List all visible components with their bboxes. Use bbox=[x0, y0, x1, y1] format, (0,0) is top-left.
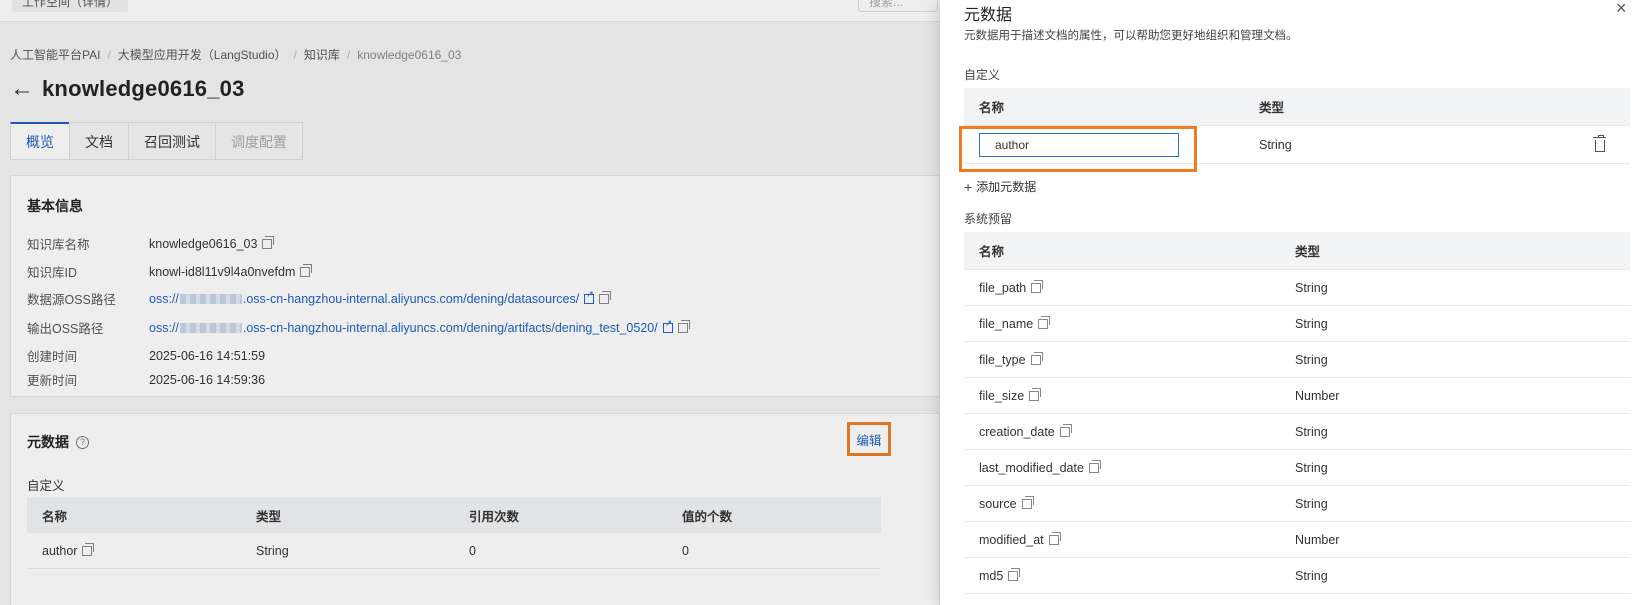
type-cell: String bbox=[1295, 352, 1328, 367]
copy-icon[interactable] bbox=[1088, 459, 1101, 473]
type-cell: String bbox=[1295, 568, 1328, 583]
close-icon[interactable]: × bbox=[1616, 0, 1627, 19]
table-row: source String bbox=[964, 486, 1630, 522]
name-cell: file_size bbox=[964, 387, 1295, 403]
system-section-label: 系统预留 bbox=[964, 212, 1013, 226]
table-row: file_type String bbox=[964, 342, 1630, 378]
column-header-name: 名称 bbox=[979, 245, 1005, 259]
highlight-box bbox=[959, 125, 1197, 172]
delete-action[interactable] bbox=[1569, 134, 1630, 152]
table-row: file_path String bbox=[964, 270, 1630, 306]
add-metadata-label: 添加元数据 bbox=[976, 180, 1037, 194]
copy-icon[interactable] bbox=[1008, 567, 1021, 581]
copy-icon[interactable] bbox=[1038, 315, 1051, 329]
copy-icon[interactable] bbox=[1048, 531, 1061, 545]
type-cell: String bbox=[1259, 137, 1292, 152]
table-row: modified_at Number bbox=[964, 522, 1630, 558]
type-cell: String bbox=[1295, 280, 1328, 295]
table-header: 名称 类型 bbox=[964, 88, 1630, 126]
name-cell: file_name bbox=[964, 315, 1295, 331]
name-cell: file_path bbox=[964, 279, 1295, 295]
column-header-name: 名称 bbox=[979, 101, 1005, 115]
name-cell: md5 bbox=[964, 567, 1295, 583]
type-cell: String bbox=[1295, 460, 1328, 475]
table-row: last_modified_date String bbox=[964, 450, 1630, 486]
copy-icon[interactable] bbox=[1029, 387, 1042, 401]
plus-icon: + bbox=[964, 178, 973, 195]
custom-metadata-table: 名称 类型 String bbox=[959, 88, 1630, 172]
table-row: creation_date String bbox=[964, 414, 1630, 450]
system-metadata-table: 名称 类型 file_path String file_name String … bbox=[964, 232, 1630, 594]
copy-icon[interactable] bbox=[1031, 279, 1044, 293]
metadata-drawer: 元数据 × 元数据用于描述文档的属性，可以帮助您更好地组织和管理文档。 自定义 … bbox=[940, 0, 1650, 605]
type-cell: String bbox=[1295, 496, 1328, 511]
drawer-title: 元数据 bbox=[964, 7, 1013, 24]
column-header-type: 类型 bbox=[1259, 101, 1285, 115]
type-cell: Number bbox=[1295, 532, 1340, 547]
table-header: 名称 类型 bbox=[964, 232, 1630, 270]
copy-icon[interactable] bbox=[1021, 495, 1034, 509]
table-row: file_size Number bbox=[964, 378, 1630, 414]
table-row: file_name String bbox=[964, 306, 1630, 342]
drawer-description: 元数据用于描述文档的属性，可以帮助您更好地组织和管理文档。 bbox=[964, 30, 1298, 42]
type-cell: String bbox=[1295, 316, 1328, 331]
name-cell: file_type bbox=[964, 351, 1295, 367]
table-row: String bbox=[959, 125, 1630, 172]
name-cell: last_modified_date bbox=[964, 459, 1295, 475]
name-cell: source bbox=[964, 495, 1295, 511]
type-cell: Number bbox=[1295, 388, 1340, 403]
column-header-type: 类型 bbox=[1295, 245, 1321, 259]
copy-icon[interactable] bbox=[1030, 351, 1043, 365]
table-row: md5 String bbox=[964, 558, 1630, 594]
name-cell: modified_at bbox=[964, 531, 1295, 547]
type-cell: String bbox=[1295, 424, 1328, 439]
name-cell bbox=[959, 125, 1259, 172]
copy-icon[interactable] bbox=[1059, 423, 1072, 437]
custom-section-label: 自定义 bbox=[964, 68, 1001, 82]
modal-backdrop[interactable] bbox=[0, 0, 940, 605]
trash-icon[interactable] bbox=[1592, 134, 1606, 152]
name-cell: creation_date bbox=[964, 423, 1295, 439]
add-metadata-button[interactable]: + 添加元数据 bbox=[964, 178, 1036, 195]
